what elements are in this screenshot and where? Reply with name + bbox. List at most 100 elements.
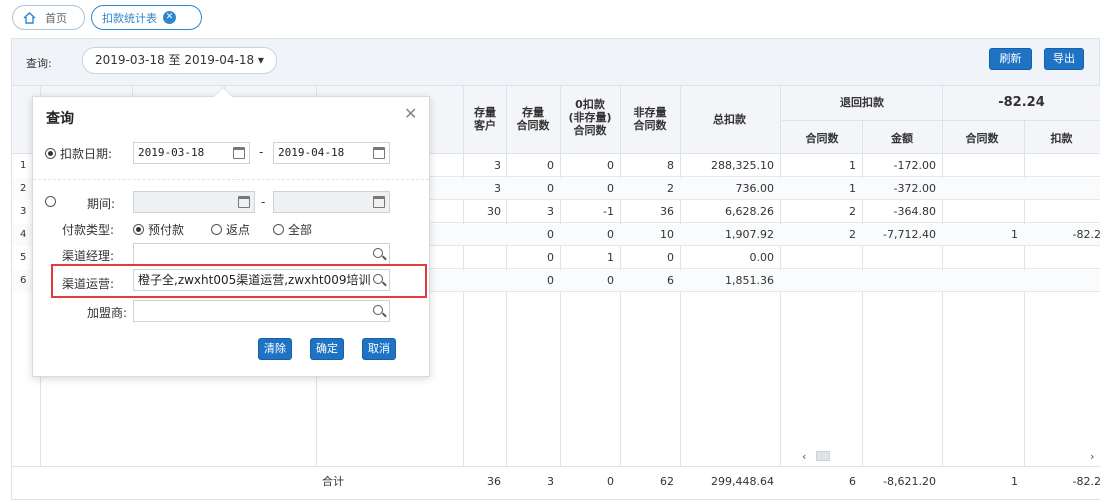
- period-to-input[interactable]: [273, 191, 390, 213]
- cell-nonstock: 0: [667, 251, 674, 264]
- cell-g2-count: [942, 270, 1018, 292]
- footer-total: 299,448.64: [711, 475, 774, 488]
- calendar-icon[interactable]: [373, 196, 385, 208]
- cell-g2-deduct: -82.2: [1072, 228, 1100, 241]
- deduct-date-to-input[interactable]: 2019-04-18: [273, 142, 390, 164]
- refresh-button[interactable]: 刷新: [989, 48, 1032, 70]
- footer-refund-count: 6: [849, 475, 856, 488]
- calendar-icon[interactable]: [373, 147, 385, 159]
- confirm-button[interactable]: 确定: [310, 338, 344, 360]
- tab-bar: 首页 扣款统计表 ✕: [0, 0, 1100, 36]
- scroll-left-icon[interactable]: ‹: [802, 450, 806, 463]
- pay-type-rebate-label: 返点: [226, 223, 251, 237]
- cell-g2-count: [942, 247, 1018, 269]
- cell-zero-deduct: 0: [607, 182, 614, 195]
- cell-g2-deduct: [1024, 247, 1100, 269]
- cell-refund-amount: -364.80: [893, 205, 936, 218]
- tab-deduction-stats-label: 扣款统计表: [102, 11, 157, 25]
- cell-g2-deduct: [1024, 155, 1100, 177]
- cell-total: 0.00: [749, 251, 775, 264]
- th-refund-count: 合同数: [805, 132, 839, 145]
- cell-zero-deduct: -1: [603, 205, 614, 218]
- search-icon[interactable]: [373, 274, 383, 284]
- header-divider: [782, 120, 1100, 121]
- clear-button[interactable]: 清除: [258, 338, 292, 360]
- cell-refund-amount: -372.00: [893, 182, 936, 195]
- footer-nonstock: 62: [660, 475, 674, 488]
- channel-ops-value: 橙子全,zwxht005渠道运营,zwxht009培训: [138, 273, 371, 287]
- cell-zero-deduct: 1: [607, 251, 614, 264]
- cell-zero-deduct: 0: [607, 274, 614, 287]
- cell-nonstock: 10: [660, 228, 674, 241]
- franchisee-label: 加盟商:: [87, 306, 128, 320]
- close-icon[interactable]: ✕: [404, 104, 417, 123]
- pay-type-label: 付款类型:: [62, 223, 115, 237]
- cell-g2-deduct: [1024, 270, 1100, 292]
- cell-nonstock: 36: [660, 205, 674, 218]
- cell-stock-customer: [463, 270, 501, 292]
- pay-type-all[interactable]: 全部: [273, 221, 312, 238]
- cell-total: 736.00: [735, 182, 775, 195]
- cell-stock-contracts: 0: [547, 182, 554, 195]
- cell-stock-contracts: 0: [547, 159, 554, 172]
- calendar-icon[interactable]: [238, 196, 250, 208]
- th-zero-deduct: 0扣款 (非存量) 合同数: [568, 98, 612, 137]
- scroll-thumb[interactable]: [816, 451, 830, 461]
- radio-selected-icon: [133, 224, 144, 235]
- cell-g2-deduct: [1024, 201, 1100, 223]
- th-g2-deduct: 扣款: [1050, 132, 1073, 145]
- th-refund-group: 退回扣款: [840, 96, 884, 109]
- deduct-date-radio[interactable]: 扣款日期:: [45, 145, 112, 162]
- period-label: 期间:: [87, 197, 116, 211]
- cell-zero-deduct: 0: [607, 159, 614, 172]
- footer-g2-count: 1: [1011, 475, 1018, 488]
- cell-stock-customer: 3: [494, 182, 501, 195]
- th-total-deduct: 总扣款: [713, 113, 746, 126]
- footer-zero-deduct: 0: [607, 475, 614, 488]
- popup-divider: [33, 179, 429, 180]
- cell-g2-count: [942, 201, 1018, 223]
- deduct-date-to-value: 2019-04-18: [278, 146, 345, 159]
- pay-type-rebate[interactable]: 返点: [211, 221, 250, 238]
- footer-refund-amount: -8,621.20: [883, 475, 936, 488]
- channel-ops-label: 渠道运营:: [62, 277, 115, 291]
- channel-ops-input[interactable]: 橙子全,zwxht005渠道运营,zwxht009培训: [133, 269, 390, 291]
- th-nonstock-contracts: 非存量 合同数: [633, 106, 667, 132]
- cell-refund-count: 2: [849, 228, 856, 241]
- search-icon[interactable]: [373, 305, 383, 315]
- cell-refund-count: 1: [849, 159, 856, 172]
- cell-refund-count: 1: [849, 182, 856, 195]
- cell-stock-customer: [463, 247, 501, 269]
- tab-home[interactable]: 首页: [12, 5, 85, 30]
- footer-stock-contracts: 3: [547, 475, 554, 488]
- cell-refund-amount: -7,712.40: [883, 228, 936, 241]
- horizontal-scrollbar[interactable]: ‹ ›: [802, 448, 1100, 464]
- date-range-select[interactable]: 2019-03-18 至 2019-04-18 ▾: [82, 47, 277, 74]
- cell-stock-customer: 30: [487, 205, 501, 218]
- cell-zero-deduct: 0: [607, 228, 614, 241]
- popup-pointer: [213, 87, 233, 97]
- pay-type-prepaid-label: 预付款: [148, 223, 185, 237]
- popup-title: 查询: [46, 111, 74, 127]
- franchisee-input[interactable]: [133, 300, 390, 322]
- cancel-button[interactable]: 取消: [362, 338, 396, 360]
- cell-refund-amount: -172.00: [893, 159, 936, 172]
- cell-refund-count: [780, 247, 856, 269]
- channel-manager-input[interactable]: [133, 243, 390, 265]
- pay-type-prepaid[interactable]: 预付款: [133, 221, 184, 238]
- cell-nonstock: 6: [667, 274, 674, 287]
- cell-nonstock: 2: [667, 182, 674, 195]
- tab-home-label: 首页: [45, 11, 67, 25]
- cell-stock-contracts: 0: [547, 274, 554, 287]
- export-button[interactable]: 导出: [1044, 48, 1084, 70]
- calendar-icon[interactable]: [233, 147, 245, 159]
- tab-deduction-stats[interactable]: 扣款统计表 ✕: [91, 5, 202, 30]
- th-group-2: -82.24: [998, 95, 1045, 110]
- th-stock-customer: 存量 客户: [474, 106, 496, 132]
- tab-close-icon[interactable]: ✕: [163, 11, 176, 24]
- period-radio[interactable]: [45, 195, 60, 209]
- period-from-input[interactable]: [133, 191, 255, 213]
- deduct-date-from-input[interactable]: 2019-03-18: [133, 142, 250, 164]
- search-icon[interactable]: [373, 248, 383, 258]
- scroll-right-icon[interactable]: ›: [1090, 450, 1094, 463]
